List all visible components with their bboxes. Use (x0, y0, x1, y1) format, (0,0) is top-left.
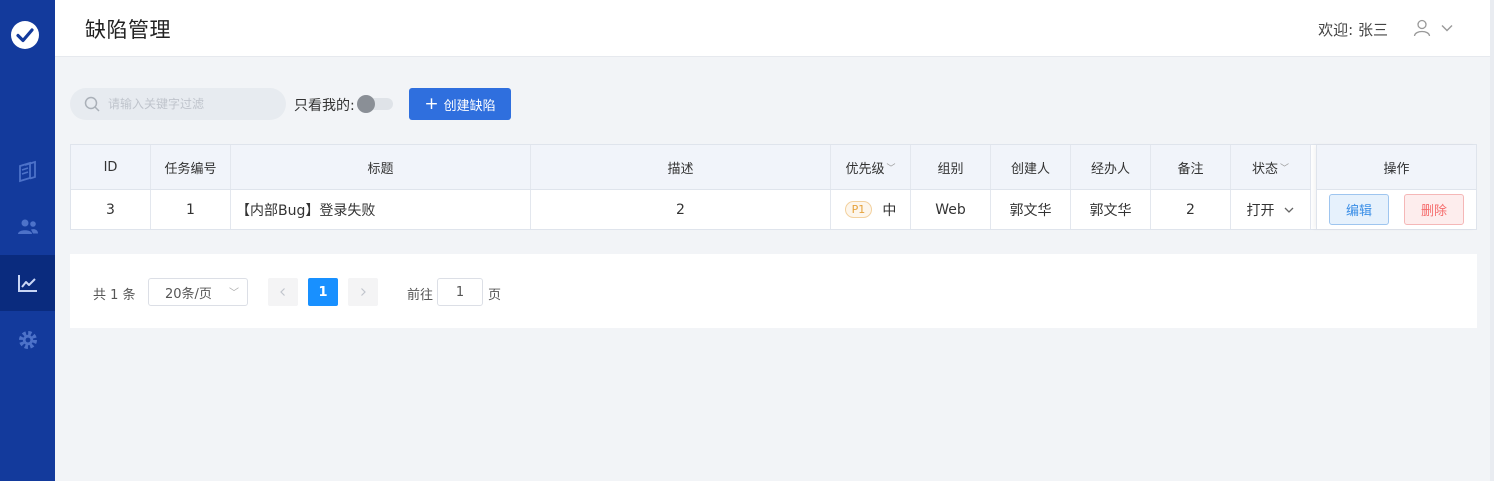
app-logo-icon[interactable] (10, 20, 40, 50)
page-suffix: 页 (488, 288, 502, 303)
page-size-value: 20条/页 (165, 286, 212, 302)
col-header-action: 操作 (1317, 145, 1476, 190)
cell-task-no: 1 (151, 190, 231, 229)
chart-trend-icon (17, 275, 37, 292)
search-input[interactable] (108, 88, 278, 120)
users-icon (17, 219, 38, 234)
action-cell: 编辑 删除 (1317, 190, 1476, 229)
chevron-down-icon (1284, 207, 1293, 213)
delete-button[interactable]: 删除 (1404, 194, 1464, 225)
search-icon (84, 96, 100, 112)
col-header-id: ID (71, 145, 151, 189)
sidebar-item-projects[interactable] (0, 144, 55, 200)
chevron-down-icon: ﹀ (229, 288, 239, 299)
next-page-button[interactable] (348, 278, 378, 306)
col-header-status[interactable]: 状态 ﹀ (1231, 145, 1311, 189)
create-defect-button[interactable]: + 创建缺陷 (409, 88, 511, 120)
pagination: 共 1 条 20条/页 ﹀ 1 前往 页 (70, 254, 1477, 328)
welcome-text: 欢迎: 张三 (1318, 21, 1388, 39)
col-header-status-label: 状态 (1251, 161, 1278, 177)
total-count: 共 1 条 (93, 288, 136, 303)
col-header-desc: 描述 (531, 145, 831, 189)
goto-page-input[interactable] (437, 278, 483, 306)
sidebar-item-users[interactable] (0, 199, 55, 255)
edit-button[interactable]: 编辑 (1329, 194, 1389, 225)
status-select[interactable]: 打开 (1231, 190, 1311, 229)
search-box[interactable] (70, 88, 286, 120)
prev-page-button[interactable] (268, 278, 298, 306)
layers-icon (18, 160, 36, 183)
toggle-knob (357, 95, 375, 113)
page-title: 缺陷管理 (85, 18, 171, 42)
cell-id: 3 (71, 190, 151, 229)
priority-badge: P1 (844, 201, 873, 218)
col-header-assignee: 经办人 (1071, 145, 1151, 189)
sidebar (0, 0, 55, 481)
chevron-right-icon (361, 288, 366, 296)
col-header-priority[interactable]: 优先级 ﹀ (831, 145, 911, 189)
sidebar-item-reports[interactable] (0, 255, 55, 311)
gear-icon (18, 331, 37, 349)
cell-desc: 2 (531, 190, 831, 229)
cell-remark: 2 (1151, 190, 1231, 229)
create-defect-label: 创建缺陷 (443, 98, 496, 114)
top-header: 缺陷管理 欢迎: 张三 (55, 0, 1494, 57)
cell-priority: P1 中 (831, 190, 911, 229)
table-row: 3 1 【内部Bug】登录失败 2 P1 中 Web 郭文华 郭文华 2 打开 (71, 190, 1311, 229)
plus-icon: + (424, 93, 439, 114)
sidebar-item-settings[interactable] (0, 312, 55, 368)
only-mine-label: 只看我的: (294, 98, 355, 114)
chevron-left-icon (280, 288, 285, 296)
defect-table: ID 任务编号 标题 描述 优先级 ﹀ 组别 创建人 经办人 备注 状态 ﹀ 3 1… (70, 144, 1477, 230)
action-column: 操作 编辑 删除 (1316, 145, 1476, 229)
goto-label: 前往 (407, 288, 434, 303)
col-header-creator: 创建人 (991, 145, 1071, 189)
priority-text: 中 (882, 202, 897, 219)
col-header-remark: 备注 (1151, 145, 1231, 189)
col-header-task-no: 任务编号 (151, 145, 231, 189)
col-header-title: 标题 (231, 145, 531, 189)
page-number-current[interactable]: 1 (308, 278, 338, 306)
sort-caret-icon: ﹀ (1280, 163, 1290, 174)
col-header-group: 组别 (911, 145, 991, 189)
cell-group: Web (911, 190, 991, 229)
page-size-select[interactable]: 20条/页 ﹀ (148, 278, 248, 306)
cell-creator: 郭文华 (991, 190, 1071, 229)
only-mine-toggle[interactable] (357, 95, 393, 113)
chevron-down-icon[interactable] (1440, 21, 1454, 35)
table-header-row: ID 任务编号 标题 描述 优先级 ﹀ 组别 创建人 经办人 备注 状态 ﹀ (71, 145, 1311, 190)
status-value: 打开 (1246, 202, 1275, 219)
cell-assignee: 郭文华 (1071, 190, 1151, 229)
sort-caret-icon: ﹀ (886, 163, 896, 174)
user-icon[interactable] (1412, 18, 1432, 38)
cell-title: 【内部Bug】登录失败 (231, 190, 531, 229)
col-header-priority-label: 优先级 (845, 161, 885, 177)
right-edge (1490, 0, 1494, 481)
